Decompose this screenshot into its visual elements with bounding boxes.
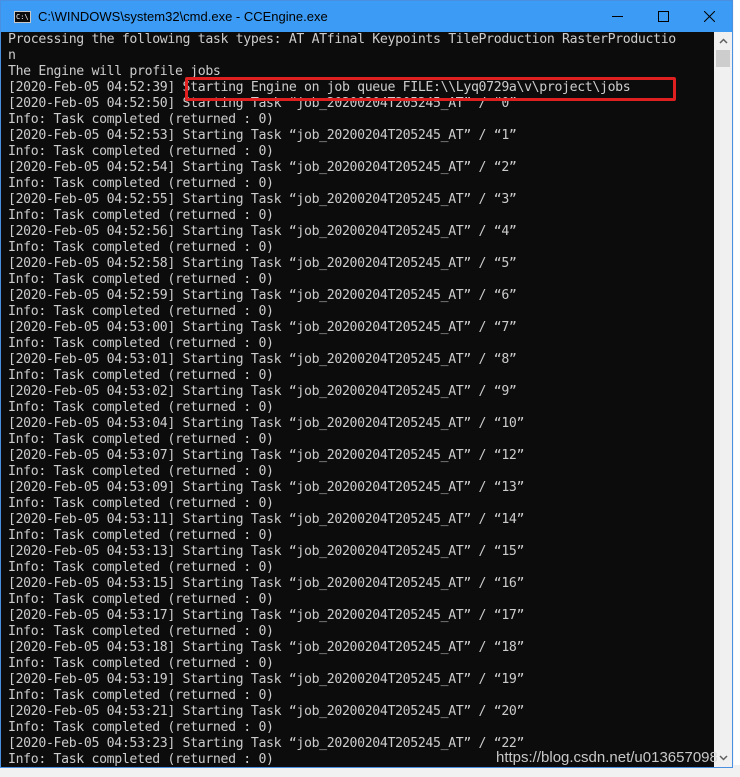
console-line: [2020-Feb-05 04:52:55] Starting Task “jo… — [8, 192, 517, 207]
console-line: Info: Task completed (returned : 0) — [8, 624, 274, 639]
console-line: Info: Task completed (returned : 0) — [8, 400, 274, 415]
close-icon — [703, 11, 715, 22]
console-line: [2020-Feb-05 04:53:15] Starting Task “jo… — [8, 576, 525, 591]
console-line: [2020-Feb-05 04:52:54] Starting Task “jo… — [8, 160, 517, 175]
console-line: Info: Task completed (returned : 0) — [8, 560, 274, 575]
scroll-up-button[interactable] — [714, 34, 732, 48]
title-bar[interactable]: C:\ C:\WINDOWS\system32\cmd.exe - CCEngi… — [1, 1, 732, 32]
console-line: Processing the following task types: AT … — [8, 32, 676, 47]
console-line: Info: Task completed (returned : 0) — [8, 208, 274, 223]
console-line: Info: Task completed (returned : 0) — [8, 720, 274, 735]
console-line: [2020-Feb-05 04:53:13] Starting Task “jo… — [8, 544, 525, 559]
watermark: https://blog.csdn.net/u013657098 — [496, 749, 718, 766]
console-line: [2020-Feb-05 04:53:17] Starting Task “jo… — [8, 608, 525, 623]
chevron-down-icon — [718, 755, 728, 761]
console-line: Info: Task completed (returned : 0) — [8, 464, 274, 479]
console-line: [2020-Feb-05 04:53:09] Starting Task “jo… — [8, 480, 525, 495]
window-controls — [594, 1, 732, 32]
cmd-window: C:\ C:\WINDOWS\system32\cmd.exe - CCEngi… — [0, 0, 733, 768]
console-line: [2020-Feb-05 04:53:18] Starting Task “jo… — [8, 640, 525, 655]
console-output[interactable]: Processing the following task types: AT … — [8, 32, 714, 768]
console-line: Info: Task completed (returned : 0) — [8, 592, 274, 607]
maximize-button[interactable] — [640, 1, 686, 32]
console-line: Info: Task completed (returned : 0) — [8, 112, 274, 127]
console-line: [2020-Feb-05 04:52:56] Starting Task “jo… — [8, 224, 517, 239]
maximize-icon — [657, 11, 669, 22]
console-line: [2020-Feb-05 04:53:21] Starting Task “jo… — [8, 704, 525, 719]
console-line: [2020-Feb-05 04:53:07] Starting Task “jo… — [8, 448, 525, 463]
minimize-button[interactable] — [594, 1, 640, 32]
console-line: Info: Task completed (returned : 0) — [8, 688, 274, 703]
console-line: Info: Task completed (returned : 0) — [8, 336, 274, 351]
console-line: [2020-Feb-05 04:52:59] Starting Task “jo… — [8, 288, 517, 303]
console-line: Info: Task completed (returned : 0) — [8, 144, 274, 159]
console-line: Info: Task completed (returned : 0) — [8, 656, 274, 671]
console-line: [2020-Feb-05 04:53:01] Starting Task “jo… — [8, 352, 517, 367]
background-webpage — [734, 0, 740, 777]
console-line: Info: Task completed (returned : 0) — [8, 240, 274, 255]
console-line: [2020-Feb-05 04:53:02] Starting Task “jo… — [8, 384, 517, 399]
scroll-thumb[interactable] — [716, 50, 730, 67]
console-line: Info: Task completed (returned : 0) — [8, 176, 274, 191]
console-line: Info: Task completed (returned : 0) — [8, 272, 274, 287]
window-title: C:\WINDOWS\system32\cmd.exe - CCEngine.e… — [38, 9, 328, 24]
console-line: [2020-Feb-05 04:53:11] Starting Task “jo… — [8, 512, 525, 527]
console-line: n — [8, 48, 16, 63]
console-line: [2020-Feb-05 04:52:53] Starting Task “jo… — [8, 128, 517, 143]
console-line: The Engine will profile jobs — [8, 64, 221, 79]
chevron-up-icon — [718, 38, 728, 44]
console-line: [2020-Feb-05 04:53:04] Starting Task “jo… — [8, 416, 525, 431]
console-line: Info: Task completed (returned : 0) — [8, 432, 274, 447]
minimize-icon — [611, 16, 623, 17]
console-line: Info: Task completed (returned : 0) — [8, 304, 274, 319]
console-line: [2020-Feb-05 04:52:58] Starting Task “jo… — [8, 256, 517, 271]
console-line: Info: Task completed (returned : 0) — [8, 496, 274, 511]
console-line: [2020-Feb-05 04:52:39] Starting Engine o… — [8, 80, 631, 95]
close-button[interactable] — [686, 1, 732, 32]
console-line: Info: Task completed (returned : 0) — [8, 368, 274, 383]
console-line: Info: Task completed (returned : 0) — [8, 528, 274, 543]
console-line: [2020-Feb-05 04:53:19] Starting Task “jo… — [8, 672, 525, 687]
console-line: [2020-Feb-05 04:52:50] Starting Task “jo… — [8, 96, 517, 111]
vertical-scrollbar[interactable] — [714, 32, 732, 767]
cmd-icon[interactable]: C:\ — [14, 10, 31, 23]
console-line: [2020-Feb-05 04:53:00] Starting Task “jo… — [8, 320, 517, 335]
